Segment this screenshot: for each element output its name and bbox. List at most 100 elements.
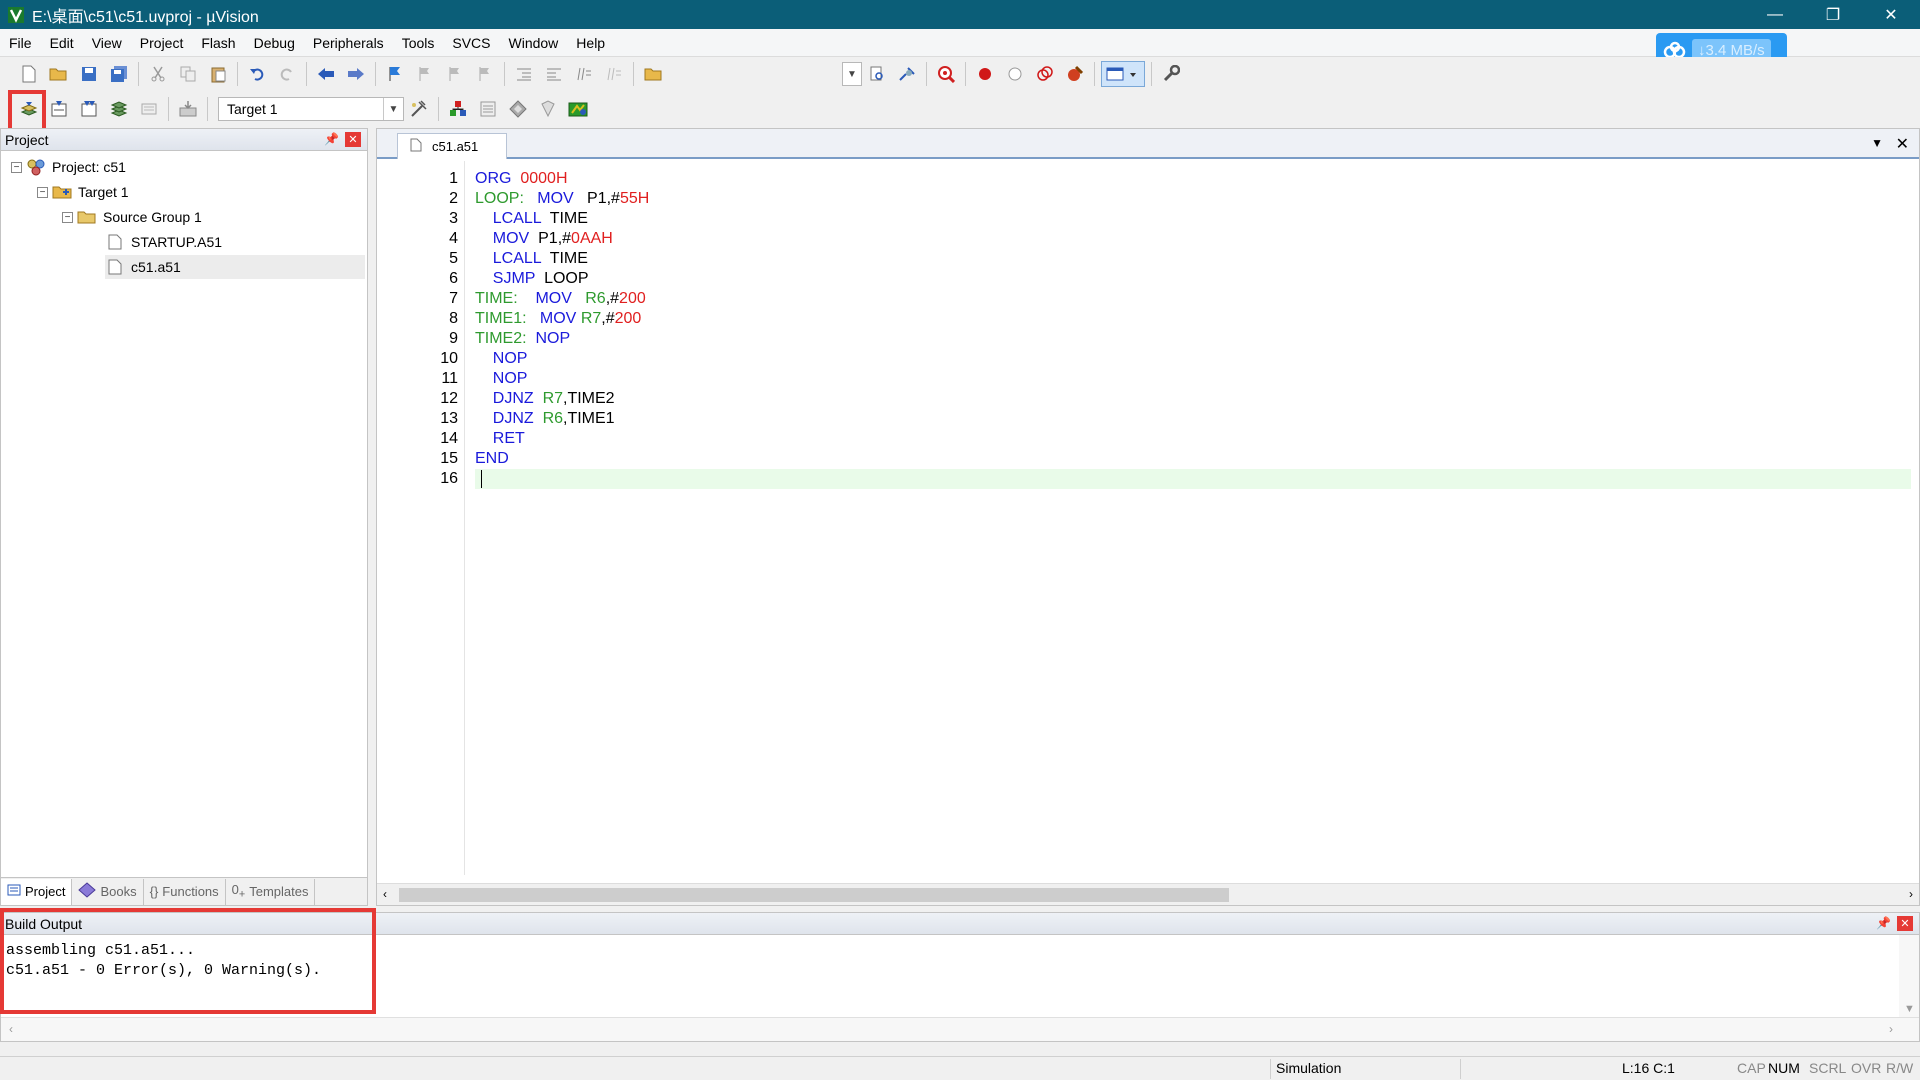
menu-svcs[interactable]: SVCS xyxy=(443,29,499,57)
bookmark-icon[interactable] xyxy=(382,61,408,87)
code-token: TIME2: xyxy=(475,330,527,347)
save-icon[interactable] xyxy=(76,61,102,87)
build-icon[interactable] xyxy=(46,96,72,122)
window-title: E:\桌面\c51\c51.uvproj - µVision xyxy=(32,8,259,26)
menu-tools[interactable]: Tools xyxy=(393,29,444,57)
minimize-button[interactable]: — xyxy=(1746,0,1804,29)
prev-bookmark-icon[interactable] xyxy=(412,61,438,87)
toolbar-separator xyxy=(1151,62,1152,86)
comment-icon[interactable] xyxy=(571,61,597,87)
code-text-area[interactable]: ORG 0000H LOOP: MOV P1,#55H LCALL TIME MO… xyxy=(475,161,1911,875)
restore-button[interactable]: ❐ xyxy=(1804,0,1862,29)
next-bookmark-icon[interactable] xyxy=(442,61,468,87)
menu-view[interactable]: View xyxy=(83,29,131,57)
scroll-down-icon[interactable]: ▼ xyxy=(1904,1003,1915,1015)
file-extensions-icon[interactable] xyxy=(475,96,501,122)
editor-horizontal-scrollbar[interactable]: ‹ › xyxy=(377,883,1919,905)
tab-books[interactable]: Books xyxy=(72,878,144,905)
target-select[interactable]: Target 1 ▼ xyxy=(218,97,404,121)
tree-item-target[interactable]: − Target 1 xyxy=(37,180,129,204)
tab-project[interactable]: Project xyxy=(1,878,73,905)
scroll-right-icon[interactable]: › xyxy=(1889,1022,1893,1036)
tree-item-label: Source Group 1 xyxy=(103,209,202,225)
scroll-left-icon[interactable]: ‹ xyxy=(9,1022,13,1036)
pin-icon[interactable]: 📌 xyxy=(324,132,339,146)
save-all-icon[interactable] xyxy=(106,61,132,87)
clear-bookmarks-icon[interactable] xyxy=(472,61,498,87)
breakpoint-icon[interactable] xyxy=(972,61,998,87)
pack-installer-icon[interactable] xyxy=(535,96,561,122)
code-token: MOV xyxy=(535,290,572,307)
batch-build-icon[interactable] xyxy=(106,96,132,122)
find-dropdown[interactable]: ▼ xyxy=(842,62,862,86)
new-file-icon[interactable] xyxy=(16,61,42,87)
tab-list-dropdown-icon[interactable]: ▼ xyxy=(1871,136,1883,150)
line-number-gutter: 1 2 3 4 5 6 7 8 9 10 11 12 13 14 15 16 xyxy=(377,161,465,875)
pin-icon[interactable]: 📌 xyxy=(1876,916,1891,930)
collapse-icon[interactable]: − xyxy=(37,186,48,198)
scroll-right-icon[interactable]: › xyxy=(1909,887,1913,901)
find-icon[interactable] xyxy=(864,61,890,87)
close-icon[interactable]: ✕ xyxy=(345,132,361,147)
tree-item-source-group[interactable]: − Source Group 1 xyxy=(62,205,202,229)
tree-item-file[interactable]: c51.a51 xyxy=(105,255,365,279)
navigate-back-icon[interactable] xyxy=(313,61,339,87)
find-in-files-icon[interactable] xyxy=(640,61,666,87)
kill-all-breakpoints-icon[interactable] xyxy=(1062,61,1088,87)
tree-item-label: Project: c51 xyxy=(52,159,126,175)
run-time-environment-icon[interactable] xyxy=(565,96,591,122)
close-icon[interactable]: ✕ xyxy=(1897,916,1913,931)
undo-icon[interactable] xyxy=(244,61,270,87)
open-folder-icon[interactable] xyxy=(46,61,72,87)
copy-icon[interactable] xyxy=(175,61,201,87)
paste-icon[interactable] xyxy=(205,61,231,87)
menu-file[interactable]: File xyxy=(0,29,41,57)
debug-session-icon[interactable] xyxy=(933,61,959,87)
uncomment-icon[interactable] xyxy=(601,61,627,87)
target-folder-icon xyxy=(52,183,72,201)
enable-breakpoint-icon[interactable] xyxy=(1002,61,1028,87)
collapse-icon[interactable]: − xyxy=(62,211,73,223)
menu-flash[interactable]: Flash xyxy=(192,29,244,57)
editor-tab-c51[interactable]: c51.a51 xyxy=(397,133,507,159)
menu-project[interactable]: Project xyxy=(131,29,193,57)
menu-help[interactable]: Help xyxy=(567,29,614,57)
code-token: LOOP: xyxy=(475,190,524,207)
indent-icon[interactable] xyxy=(511,61,537,87)
tree-item-file[interactable]: STARTUP.A51 xyxy=(105,230,222,254)
line-number: 9 xyxy=(449,330,458,347)
close-editor-icon[interactable]: ✕ xyxy=(1896,134,1909,154)
manage-project-items-icon[interactable] xyxy=(445,96,471,122)
disable-all-breakpoints-icon[interactable] xyxy=(1032,61,1058,87)
incremental-find-icon[interactable] xyxy=(894,61,920,87)
menu-edit[interactable]: Edit xyxy=(41,29,83,57)
tab-functions[interactable]: {} Functions xyxy=(144,878,226,905)
stop-build-icon[interactable] xyxy=(136,96,162,122)
close-button[interactable]: ✕ xyxy=(1862,0,1920,29)
text-caret xyxy=(481,470,482,488)
build-output-highlight-box xyxy=(0,908,376,1014)
configure-icon[interactable] xyxy=(1158,61,1184,87)
build-horizontal-scrollbar[interactable]: ‹ › xyxy=(1,1017,1919,1041)
redo-icon[interactable] xyxy=(274,61,300,87)
select-packs-icon[interactable] xyxy=(505,96,531,122)
target-options-icon[interactable] xyxy=(406,96,432,122)
build-vertical-scrollbar[interactable]: ▼ xyxy=(1899,935,1919,1017)
rebuild-icon[interactable] xyxy=(76,96,102,122)
collapse-icon[interactable]: − xyxy=(11,161,22,173)
tab-templates[interactable]: 0+ Templates xyxy=(226,878,316,905)
download-icon[interactable] xyxy=(175,96,201,122)
unindent-icon[interactable] xyxy=(541,61,567,87)
menu-debug[interactable]: Debug xyxy=(245,29,304,57)
tree-item-project[interactable]: − Project: c51 xyxy=(11,155,126,179)
window-layout-dropdown[interactable] xyxy=(1101,61,1145,87)
cut-icon[interactable] xyxy=(145,61,171,87)
scroll-left-icon[interactable]: ‹ xyxy=(383,887,387,901)
scrollbar-thumb[interactable] xyxy=(399,888,1229,902)
menu-window[interactable]: Window xyxy=(500,29,568,57)
toolbar-separator xyxy=(168,97,169,121)
navigate-forward-icon[interactable] xyxy=(343,61,369,87)
menu-peripherals[interactable]: Peripherals xyxy=(304,29,393,57)
